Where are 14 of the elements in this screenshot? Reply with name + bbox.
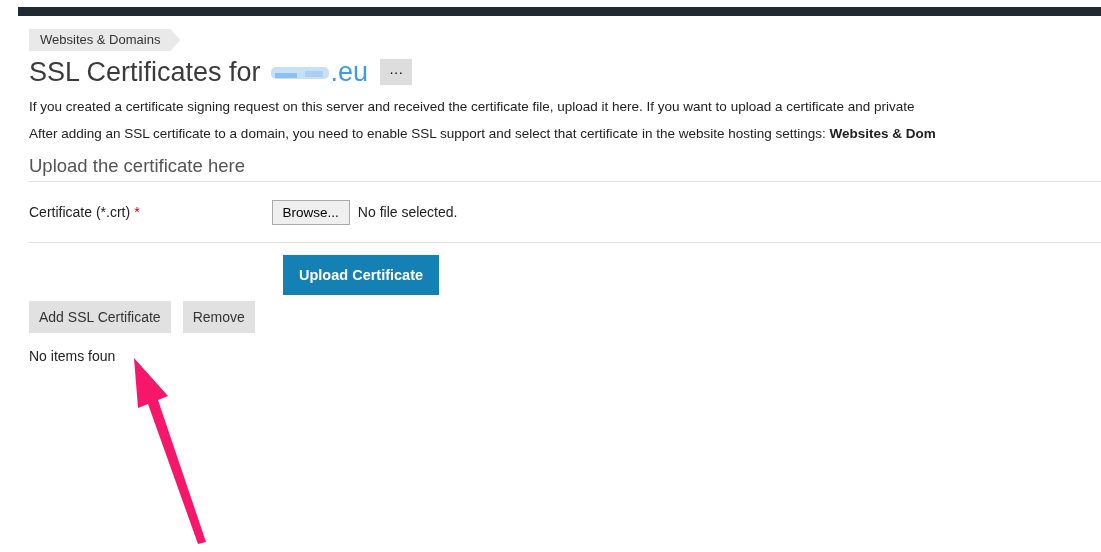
required-mark: * (134, 204, 140, 220)
toolbar-button[interactable]: Add SSL Certificate (29, 301, 171, 333)
toolbar-button[interactable]: Remove (182, 301, 255, 333)
breadcrumb-link[interactable]: Websites & Domains (29, 29, 181, 51)
field-label: Certificate (*.crt) (29, 204, 131, 220)
browse-button[interactable]: Browse... (271, 199, 350, 225)
section-title: Upload the certificate here (29, 155, 1101, 182)
file-status: No file selected. (357, 204, 458, 220)
empty-message: No items foun (29, 348, 117, 364)
page-title: SSL Certificates for (29, 56, 261, 88)
upload-button[interactable]: Upload Certificate (283, 255, 440, 295)
description-text: If you created a certificate signing request on this server and received the certificate file, upload it here. If you want to upload a certificate and private (29, 99, 916, 114)
more-button[interactable]: ··· (380, 59, 413, 85)
description-text: After adding an SSL certificate to a domain, you need to enable SSL support and select that certificate in the website hosting settings: Websites & Dom (29, 126, 937, 141)
